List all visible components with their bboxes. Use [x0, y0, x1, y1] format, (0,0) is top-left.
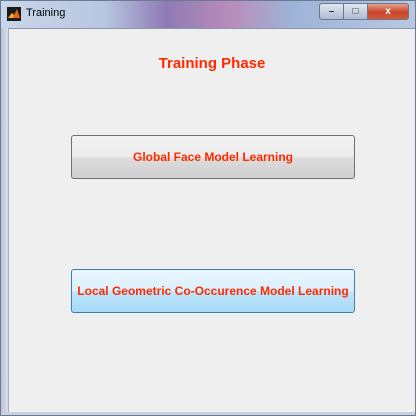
window-bottom-frame [1, 412, 415, 415]
minimize-icon: – [328, 6, 335, 17]
minimize-button[interactable]: – [319, 3, 344, 20]
local-geometric-model-label: Local Geometric Co-Occurence Model Learn… [77, 284, 349, 298]
content-area: Training Phase Global Face Model Learnin… [9, 29, 415, 415]
page-title: Training Phase [158, 55, 266, 72]
window-title: Training [26, 7, 66, 19]
local-geometric-model-button[interactable]: Local Geometric Co-Occurence Model Learn… [71, 269, 355, 313]
title-bar[interactable]: Training – □ x [1, 1, 415, 29]
close-button[interactable]: x [368, 3, 409, 20]
training-window: Training – □ x Training Phase Global Fac… [0, 0, 416, 416]
global-face-model-button[interactable]: Global Face Model Learning [71, 135, 355, 179]
window-left-frame [1, 28, 9, 415]
maximize-icon: □ [352, 6, 359, 17]
global-face-model-label: Global Face Model Learning [132, 150, 294, 164]
maximize-button[interactable]: □ [344, 3, 368, 20]
window-controls: – □ x [319, 3, 409, 20]
matlab-icon [7, 7, 21, 21]
close-icon: x [385, 6, 391, 17]
